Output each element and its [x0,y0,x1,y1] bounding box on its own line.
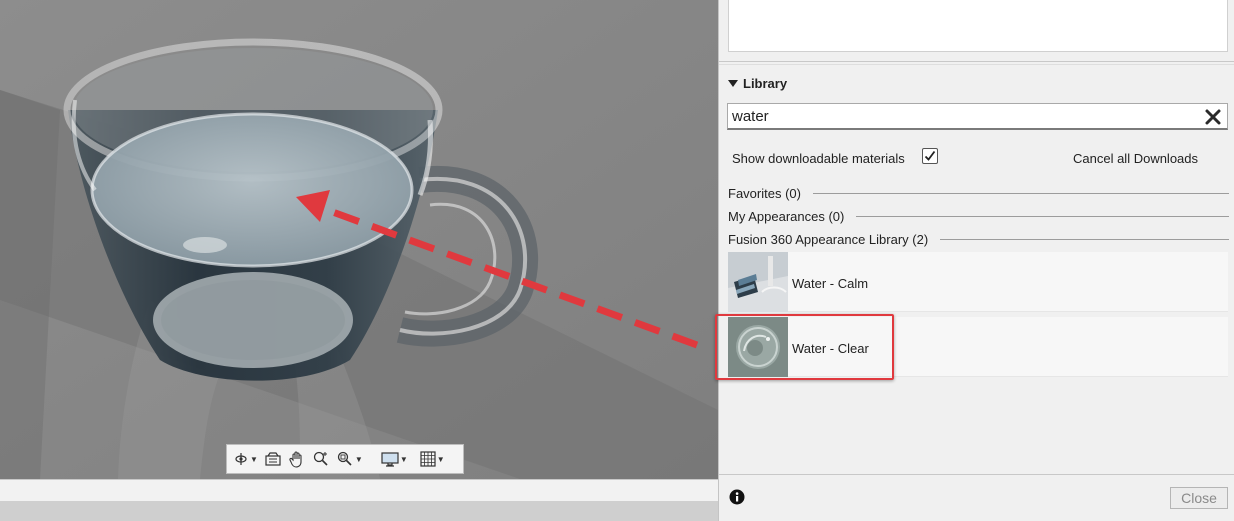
cancel-all-downloads-button[interactable]: Cancel all Downloads [1073,151,1198,166]
library-search-field[interactable] [727,103,1228,130]
group-my-appearances[interactable]: My Appearances (0) [728,207,1229,225]
display-settings-icon [381,452,399,467]
water-calm-thumbnail [728,252,788,312]
group-favorites[interactable]: Favorites (0) [728,184,1229,202]
group-fusion-library[interactable]: Fusion 360 Appearance Library (2) [728,230,1229,248]
zoom-icon [313,451,328,466]
divider [719,61,1234,62]
group-label: Favorites (0) [728,185,801,201]
3d-viewport[interactable]: ▼ ▼ ▼ ▼ [0,0,718,479]
checkmark-icon [924,150,936,161]
close-button[interactable]: Close [1170,487,1228,509]
downloadable-row: Show downloadable materials Cancel all D… [732,148,1222,168]
navigation-toolbar: ▼ ▼ ▼ ▼ [226,444,464,474]
zoom-button[interactable] [310,447,332,471]
look-at-button[interactable] [262,447,284,471]
appearance-panel: Library Show downloadable materials Canc… [718,0,1234,521]
clear-search-icon[interactable] [1203,107,1223,127]
in-design-appearances-box [728,0,1228,52]
pan-icon [289,451,302,468]
item-name: Water - Clear [792,341,869,356]
group-label: My Appearances (0) [728,208,845,224]
list-item-water-clear[interactable]: Water - Clear [728,317,1228,377]
collapse-triangle-icon[interactable] [728,80,738,87]
divider [856,215,1229,217]
show-downloadable-label: Show downloadable materials [732,151,905,166]
bottom-strip [0,501,718,521]
orbit-icon [235,453,247,465]
grid-caret-icon[interactable]: ▼ [437,455,445,464]
orbit-button[interactable]: ▼ [231,447,260,471]
water-clear-thumbnail [728,317,788,377]
status-bar [0,479,718,501]
mug-model-render [0,0,718,479]
fit-button[interactable]: ▼ [334,447,365,471]
fit-icon [337,451,352,466]
fit-caret-icon[interactable]: ▼ [355,455,363,464]
show-downloadable-checkbox[interactable] [922,148,938,164]
library-search-input[interactable] [728,104,1188,128]
library-section-header[interactable]: Library [728,76,787,91]
divider [719,64,1234,65]
display-settings-button[interactable]: ▼ [379,447,410,471]
list-item-water-calm[interactable]: Water - Calm [728,252,1228,312]
divider [719,474,1234,475]
info-icon[interactable] [729,489,745,505]
library-title: Library [743,76,788,91]
look-at-icon [265,452,281,466]
display-settings-caret-icon[interactable]: ▼ [400,455,408,464]
divider [940,238,1229,240]
item-name: Water - Calm [792,276,869,291]
grid-button[interactable]: ▼ [418,447,447,471]
pan-button[interactable] [286,447,308,471]
group-label: Fusion 360 Appearance Library (2) [728,231,929,247]
divider [812,192,1229,194]
grid-icon [420,451,436,467]
orbit-caret-icon[interactable]: ▼ [250,455,258,464]
